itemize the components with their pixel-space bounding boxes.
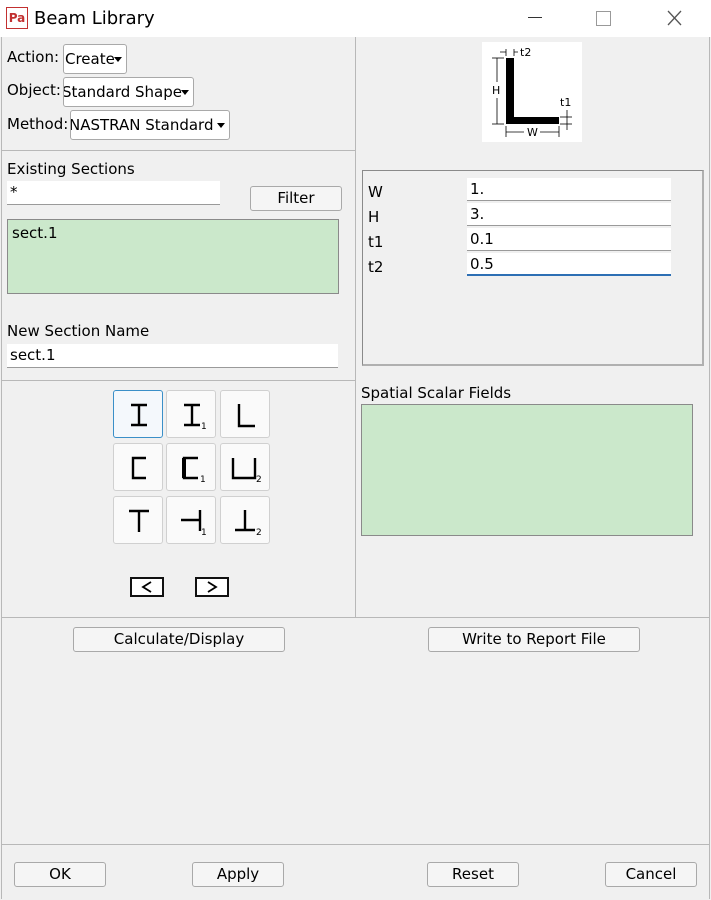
method-dropdown[interactable]: NASTRAN Standard [70,110,230,140]
action-label: Action: [7,48,60,66]
param-input-h[interactable]: 3. [467,203,671,226]
param-label-w: W [368,183,383,201]
section-diagram: t2 H t1 W [482,42,582,142]
param-label-h: H [368,208,380,226]
object-label: Object: [7,81,61,99]
prev-button[interactable] [130,577,164,597]
divider-footer [2,844,709,845]
existing-sections-list[interactable]: sect.1 [7,219,339,294]
l-section-icon[interactable] [220,390,270,438]
existing-sections-label: Existing Sections [7,160,135,178]
window-title: Beam Library [34,8,155,29]
cancel-button[interactable]: Cancel [605,862,697,887]
svg-text:2: 2 [256,475,262,485]
param-input-w[interactable]: 1. [467,178,671,201]
chevron-down-icon [217,123,225,128]
svg-text:2: 2 [256,528,262,538]
object-value: Standard Shape [63,83,182,101]
apply-button[interactable]: Apply [192,862,284,887]
close-icon[interactable] [659,6,689,30]
t-section-1-icon[interactable]: 1 [166,496,216,544]
diagram-t2-label: t2 [520,46,531,59]
ok-button[interactable]: OK [14,862,106,887]
t-section-icon[interactable] [113,496,163,544]
svg-text:1: 1 [200,475,206,485]
new-section-input[interactable]: sect.1 [7,344,338,368]
t-section-2-icon[interactable]: 2 [220,496,270,544]
list-item[interactable]: sect.1 [12,224,57,242]
minimize-icon[interactable] [520,6,550,30]
filter-input[interactable]: * [7,181,220,205]
title-bar: Pa Beam Library [0,0,711,37]
reset-button[interactable]: Reset [427,862,519,887]
channel-2-icon[interactable]: 2 [220,443,270,491]
spatial-fields-label: Spatial Scalar Fields [361,384,512,402]
method-label: Method: [7,115,69,133]
spatial-fields-list[interactable] [361,404,693,536]
next-button[interactable] [195,577,229,597]
svg-text:1: 1 [201,528,207,538]
action-value: Create [65,50,115,68]
action-dropdown[interactable]: Create [63,44,127,74]
divider-main [2,617,709,618]
divider-left-2 [2,380,355,381]
app-icon: Pa [6,7,28,29]
new-section-label: New Section Name [7,322,150,340]
method-value: NASTRAN Standard [70,116,214,134]
frame-left [1,37,2,899]
diagram-t1-label: t1 [560,96,571,109]
filter-button[interactable]: Filter [250,186,342,211]
object-dropdown[interactable]: Standard Shape [63,77,194,107]
i-beam-1-icon[interactable]: 1 [166,390,216,438]
maximize-icon[interactable] [588,6,618,30]
param-input-t2[interactable]: 0.5 [467,253,671,276]
param-label-t2: t2 [368,258,384,276]
calculate-display-button[interactable]: Calculate/Display [73,627,285,652]
divider-left-1 [2,150,355,151]
channel-icon[interactable] [113,443,163,491]
diagram-h-label: H [492,84,500,97]
parameters-panel: W 1. H 3. t1 0.1 t2 0.5 [362,170,704,366]
channel-1-icon[interactable]: 1 [166,443,216,491]
panel-divider [355,37,356,617]
chevron-down-icon [114,57,122,62]
param-label-t1: t1 [368,233,384,251]
i-beam-icon[interactable] [113,390,163,438]
frame-right [709,37,710,899]
diagram-w-label: W [527,126,538,139]
param-input-t1[interactable]: 0.1 [467,228,671,251]
chevron-down-icon [181,90,189,95]
svg-text:1: 1 [201,422,207,432]
write-report-button[interactable]: Write to Report File [428,627,640,652]
